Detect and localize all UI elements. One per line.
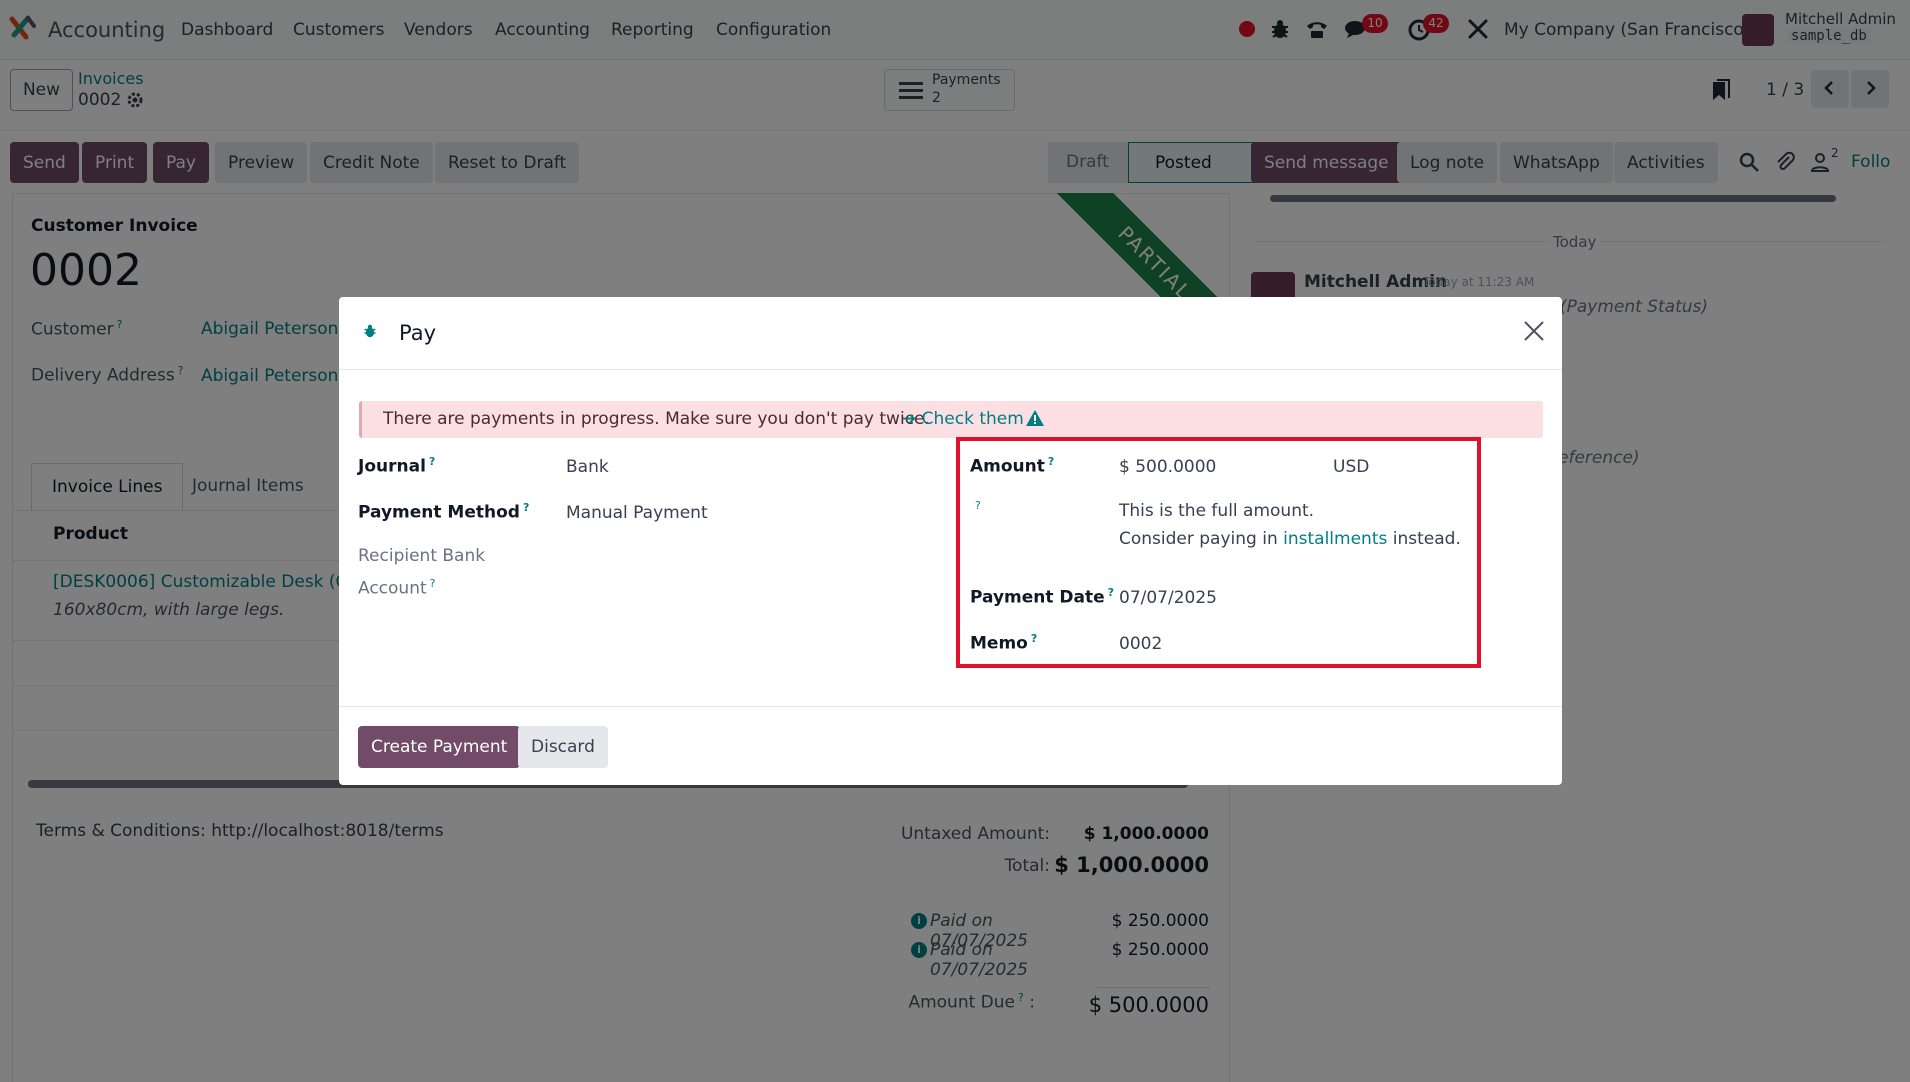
bug-icon [364,324,376,338]
help-icon[interactable]: ? [430,577,436,590]
help-icon[interactable]: ? [429,455,435,468]
journal-field[interactable]: Bank [566,457,609,477]
payment-date-field[interactable]: 07/07/2025 [1119,588,1217,608]
payments-in-progress-alert: There are payments in progress. Make sur… [359,401,1543,438]
installments-note: Consider paying in installments instead. [1119,529,1461,549]
discard-button[interactable]: Discard [518,726,608,768]
memo-label: Memo? [970,632,1038,654]
dialog-header: Pay [339,297,1562,370]
dialog-title: Pay [399,321,437,345]
close-icon [1524,320,1544,341]
warning-icon [1026,410,1044,426]
currency-field[interactable]: USD [1333,457,1369,477]
payment-method-field[interactable]: Manual Payment [566,503,708,523]
help-icon[interactable]: ? [975,499,981,512]
payment-method-label: Payment Method? [358,501,530,523]
help-icon[interactable]: ? [1108,586,1114,599]
installments-link[interactable]: installments [1283,529,1387,549]
amount-field[interactable]: $ 500.0000 [1119,457,1216,477]
check-them-link[interactable]: ➔ Check them [902,409,1024,429]
create-payment-button[interactable]: Create Payment [358,726,521,768]
alert-text: There are payments in progress. Make sur… [383,409,930,429]
memo-field[interactable]: 0002 [1119,634,1162,654]
full-amount-note: This is the full amount. [1119,501,1315,521]
journal-label: Journal? [358,455,436,477]
help-icon[interactable]: ? [1048,455,1054,468]
recipient-bank-account-label: Recipient Bank Account? [358,546,486,599]
amount-label: Amount? [970,455,1055,477]
help-icon[interactable]: ? [523,501,529,514]
pay-dialog: Pay There are payments in progress. Make… [339,297,1562,785]
dialog-footer-divider [339,706,1562,707]
help-icon[interactable]: ? [1031,632,1037,645]
close-button[interactable] [1521,319,1547,345]
payment-date-label: Payment Date? [970,586,1115,608]
